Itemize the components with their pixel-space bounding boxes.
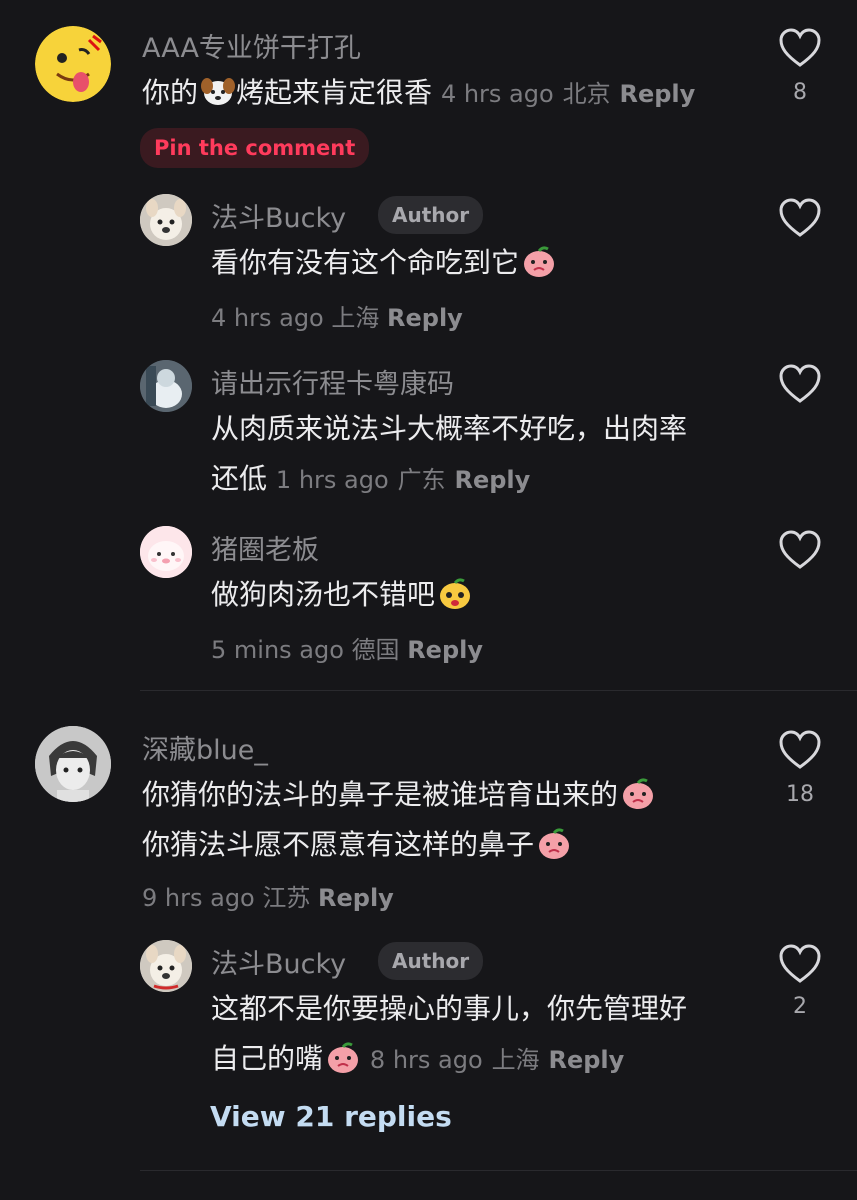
avatar[interactable] (140, 940, 192, 992)
reply-button[interactable]: Reply (387, 304, 463, 332)
comment-location: 上海 (331, 304, 380, 332)
avatar-photo-image (140, 360, 192, 412)
comment-text: 做狗肉汤也不错吧 (211, 570, 751, 620)
pin-comment-button[interactable]: Pin the comment (140, 128, 370, 168)
comment-username[interactable]: 请出示行程卡粤康码 (211, 362, 454, 401)
comment-text-part: 你猜你的法斗的鼻子是被谁培育出来的 (142, 778, 619, 811)
like-count: 2 (793, 994, 807, 1019)
avatar-emoji-image (35, 26, 111, 102)
avatar-dog-image (140, 194, 192, 246)
comment-text-part: 看你有没有这个命吃到它 (211, 246, 520, 279)
reply-button[interactable]: Reply (407, 636, 483, 664)
comment-text-line-2: 你猜法斗愿不愿意有这样的鼻子 (142, 820, 762, 870)
reply-button[interactable]: Reply (548, 1046, 624, 1074)
reply-button[interactable]: Reply (318, 884, 394, 912)
comment-text-line: 你猜你的法斗的鼻子是被谁培育出来的 (142, 770, 762, 820)
avatar[interactable] (140, 526, 192, 578)
comment-text-line: 这都不是你要操心的事儿，你先管理好 (211, 992, 688, 1025)
comment-text-part: 自己的嘴 (211, 1042, 324, 1075)
avatar[interactable] (35, 726, 111, 802)
comment-time: 5 mins ago (211, 636, 344, 664)
divider (140, 690, 857, 691)
avatar[interactable] (35, 26, 111, 102)
avatar-dog-image (140, 940, 192, 992)
comment-text-line-2: 自己的嘴 8 hrs ago 上海 Reply (211, 1034, 751, 1085)
comment-time: 8 hrs ago (369, 1046, 483, 1074)
comment-location: 北京 (562, 80, 611, 108)
comment-meta: 5 mins ago 德国 Reply (211, 630, 483, 665)
comment-username[interactable]: AAA专业饼干打孔 (142, 26, 361, 65)
heart-outline-icon[interactable] (778, 364, 822, 404)
comment-time: 1 hrs ago (275, 466, 389, 494)
comment-location: 德国 (351, 636, 400, 664)
peach-emoji-icon (328, 1042, 359, 1073)
comment-username[interactable]: 猪圈老板 (211, 528, 319, 567)
avatar[interactable] (140, 194, 192, 246)
heart-outline-icon[interactable] (778, 944, 822, 984)
heart-outline-icon[interactable] (778, 730, 822, 770)
comment-text: 这都不是你要操心的事儿，你先管理好 自己的嘴 8 hrs ago 上海 Repl… (211, 984, 751, 1085)
comment-text-part: 你猜法斗愿不愿意有这样的鼻子 (142, 828, 535, 861)
comment-location: 上海 (491, 1046, 540, 1074)
comment-time: 4 hrs ago (211, 304, 324, 332)
like-count: 18 (786, 782, 814, 807)
comment-text-line-2: 还低 1 hrs ago 广东 Reply (211, 454, 751, 505)
comment-text: 你猜你的法斗的鼻子是被谁培育出来的 你猜法斗愿不愿意有这样的鼻子 (142, 770, 762, 870)
avatar-cartoon-image (140, 526, 192, 578)
view-replies-button[interactable]: View 21 replies (210, 1100, 452, 1133)
peach-emoji-icon (623, 778, 654, 809)
heart-outline-icon[interactable] (778, 530, 822, 570)
comment-text: 你的 烤起来肯定很香 4 hrs ago 北京 Reply (142, 68, 762, 119)
comment-username[interactable]: 法斗Bucky (211, 196, 346, 235)
comment-meta: 9 hrs ago 江苏 Reply (142, 878, 394, 913)
peach-emoji-icon (524, 246, 555, 277)
comment-text: 看你有没有这个命吃到它 (211, 238, 751, 288)
comment-time: 9 hrs ago (142, 884, 255, 912)
peach-emoji-icon (539, 828, 570, 859)
comment-text-line: 从肉质来说法斗大概率不好吃，出肉率 (211, 412, 688, 445)
comment-text: 从肉质来说法斗大概率不好吃，出肉率 还低 1 hrs ago 广东 Reply (211, 404, 751, 505)
reply-button[interactable]: Reply (619, 80, 695, 108)
comment-time: 4 hrs ago (440, 80, 554, 108)
reply-button[interactable]: Reply (454, 466, 530, 494)
comment-text-part: 你的 (142, 76, 199, 109)
dog-emoji-icon (201, 78, 236, 105)
comment-location: 广东 (397, 466, 446, 494)
comment-text-part: 烤起来肯定很香 (236, 76, 433, 109)
comment-meta: 4 hrs ago 上海 Reply (211, 298, 463, 333)
comment-location: 江苏 (262, 884, 311, 912)
avatar[interactable] (140, 360, 192, 412)
avatar-anime-image (35, 726, 111, 802)
comment-username[interactable]: 法斗Bucky (211, 942, 346, 981)
heart-outline-icon[interactable] (778, 28, 822, 68)
heart-outline-icon[interactable] (778, 198, 822, 238)
comment-username[interactable]: 深藏blue_ (142, 728, 268, 767)
author-badge: Author (378, 942, 484, 980)
comment-text-part: 还低 (211, 462, 268, 495)
comment-text-part: 做狗肉汤也不错吧 (211, 578, 436, 611)
like-count: 8 (793, 80, 807, 105)
divider (140, 1170, 857, 1171)
author-badge: Author (378, 196, 484, 234)
cheering-emoji-icon (440, 578, 471, 609)
